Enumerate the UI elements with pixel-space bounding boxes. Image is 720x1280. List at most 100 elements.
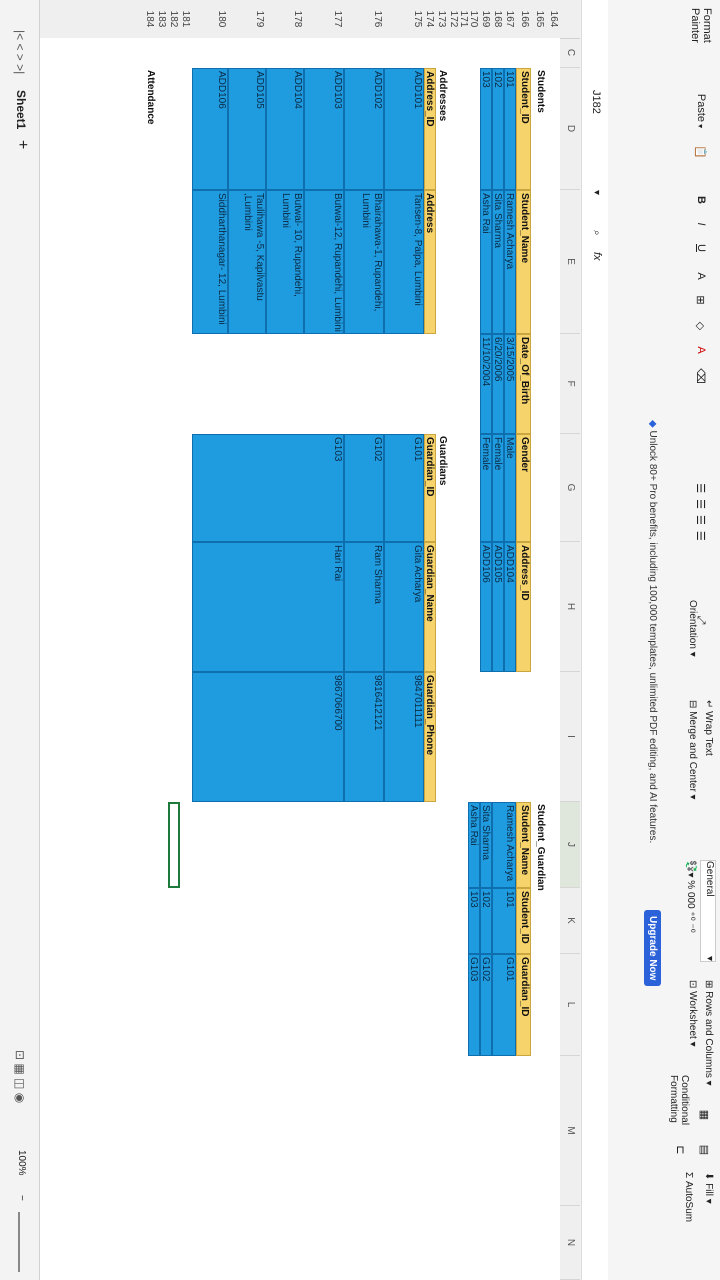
table-cell[interactable]: Female xyxy=(492,434,504,542)
table-cell[interactable]: Asha Rai xyxy=(480,190,492,334)
table-cell[interactable]: 101 xyxy=(504,68,516,190)
promo-banner[interactable]: ◆ Unlock 80+ Pro benefits, including 100… xyxy=(647,420,658,843)
font-color-a-icon[interactable]: A xyxy=(686,266,716,286)
sheet-grid[interactable]: Students Student_ID Student_Name Date_Of_Bi… xyxy=(40,38,560,1280)
wrap-text-button[interactable]: ↵ Wrap Text xyxy=(703,700,714,756)
column-header[interactable]: J xyxy=(560,802,580,888)
row-header[interactable]: 171 xyxy=(458,0,469,38)
table-cell[interactable]: Ramesh Acharya xyxy=(492,802,516,888)
table-cell[interactable]: ADD102 xyxy=(344,68,384,190)
table-header-cell[interactable]: Address_ID xyxy=(516,542,531,672)
table-cell[interactable]: Ramesh Acharya xyxy=(504,190,516,334)
table-cell[interactable]: 9816412121 xyxy=(344,672,384,802)
table-cell[interactable]: 103 xyxy=(480,68,492,190)
selected-cell[interactable] xyxy=(168,802,180,888)
table-cell[interactable]: ADD105 xyxy=(228,68,266,190)
bold-button[interactable]: B xyxy=(686,190,716,210)
column-header[interactable]: C xyxy=(560,38,580,68)
table-cell[interactable]: Bhairahawa-1, Rupandehi, Lumbini xyxy=(344,190,384,334)
table-cell[interactable]: Gita Acharya xyxy=(384,542,424,672)
table-cell[interactable]: ADD104 xyxy=(504,542,516,672)
worksheet-button[interactable]: ⊡ Worksheet ▾ xyxy=(687,980,698,1047)
merge-center-button[interactable]: ⊟ Merge and Center ▾ xyxy=(687,700,698,800)
row-header[interactable]: 165 xyxy=(534,0,545,38)
thousands-button[interactable]: 000 xyxy=(685,892,696,909)
row-header[interactable]: 174 xyxy=(424,0,435,38)
autosum-button[interactable]: Σ AutoSum xyxy=(683,1172,694,1222)
table-cell[interactable]: G102 xyxy=(480,954,492,1056)
table-cell[interactable]: 9847011111 xyxy=(384,672,424,802)
column-header[interactable]: F xyxy=(560,334,580,434)
table-header-cell[interactable]: Guardian_ID xyxy=(424,434,436,542)
decimal-decrease-icon[interactable]: ⁻⁰ xyxy=(685,924,696,933)
column-header[interactable]: I xyxy=(560,672,580,802)
row-header[interactable]: 169 xyxy=(480,0,491,38)
table-cell[interactable]: Butwal- 10, Rupandehi, Lumbini xyxy=(266,190,304,334)
chevron-down-icon[interactable]: ▾ xyxy=(591,190,602,195)
table-cell[interactable]: ADD104 xyxy=(266,68,304,190)
upgrade-now-button[interactable]: Upgrade Now xyxy=(644,910,661,987)
table-cell[interactable]: 11/10/2004 xyxy=(480,334,492,434)
zoom-search-icon[interactable]: ⌕ xyxy=(591,230,602,236)
table-cell[interactable]: 102 xyxy=(480,888,492,954)
table-cell[interactable]: Hari Rai xyxy=(192,542,344,672)
column-header[interactable]: G xyxy=(560,434,580,542)
attendance-label[interactable]: Attendance xyxy=(142,68,156,190)
zoom-slider[interactable] xyxy=(18,1212,20,1272)
table-header-cell[interactable]: Guardian_Phone xyxy=(424,672,436,802)
italic-button[interactable]: I xyxy=(686,214,716,234)
table-cell[interactable]: ADD103 xyxy=(304,68,344,190)
table-cell[interactable]: 3/15/2005 xyxy=(504,334,516,434)
row-header[interactable]: 175 xyxy=(412,0,423,38)
table-title[interactable]: Students xyxy=(532,68,546,190)
fill-color-icon[interactable]: ◇ xyxy=(686,316,716,336)
row-header[interactable]: 184 xyxy=(144,0,155,38)
table-cell[interactable]: Sita Sharma xyxy=(492,190,504,334)
table-cell[interactable]: Tansen-8, Palpa, Lumbini xyxy=(384,190,424,334)
row-header[interactable]: 180 xyxy=(216,0,227,38)
fill-button[interactable]: ⬇ Fill ▾ xyxy=(703,1172,714,1204)
table-header-cell[interactable]: Student_ID xyxy=(516,888,531,954)
zoom-level[interactable]: 100% xyxy=(16,1150,27,1176)
column-header[interactable]: L xyxy=(560,954,580,1056)
table-cell[interactable]: Siddharthanagar- 12, Lumbini xyxy=(192,190,228,334)
row-header[interactable]: 168 xyxy=(492,0,503,38)
column-header[interactable]: D xyxy=(560,68,580,190)
table-cell[interactable]: Butwal-12, Rupandehi, Lumbini xyxy=(304,190,344,334)
table-cell[interactable]: ADD106 xyxy=(192,68,228,190)
table-title[interactable]: Guardians xyxy=(436,434,448,542)
table-cell[interactable]: G101 xyxy=(492,954,516,1056)
view-mode-icons[interactable]: ⊡ ▦ ◫ ◉ xyxy=(13,1050,27,1103)
row-header[interactable]: 166 xyxy=(519,0,530,38)
table-header-cell[interactable]: Guardian_Name xyxy=(424,542,436,672)
row-header[interactable]: 164 xyxy=(548,0,559,38)
table-cell[interactable]: Asha Rai xyxy=(468,802,480,888)
row-header[interactable]: 167 xyxy=(504,0,515,38)
eraser-icon[interactable]: ⌫ xyxy=(686,366,716,386)
table-cell[interactable]: Ram Sharma xyxy=(344,542,384,672)
table-cell[interactable]: 9867066700 xyxy=(192,672,344,802)
row-header[interactable]: 176 xyxy=(372,0,383,38)
table-header-cell[interactable]: Address xyxy=(424,190,436,334)
sheet-tab-sheet1[interactable]: Sheet1 xyxy=(14,90,28,129)
name-box[interactable]: J182 xyxy=(590,90,602,114)
row-header[interactable]: 172 xyxy=(448,0,459,38)
percent-button[interactable]: % xyxy=(685,880,696,889)
table-cell[interactable]: ADD101 xyxy=(384,68,424,190)
row-header[interactable]: 173 xyxy=(436,0,447,38)
table-cell[interactable]: Sita Sharma xyxy=(480,802,492,888)
table-header-cell[interactable]: Student_Name xyxy=(516,802,531,888)
row-header[interactable]: 170 xyxy=(468,0,479,38)
table-cell[interactable]: G101 xyxy=(384,434,424,542)
rows-columns-button[interactable]: ⊞ Rows and Columns ▾ xyxy=(703,980,714,1086)
table-header-cell[interactable]: Gender xyxy=(516,434,531,542)
decimal-increase-icon[interactable]: ⁺⁰ xyxy=(685,911,696,920)
table-header-cell[interactable]: Guardian_ID xyxy=(516,954,531,1056)
number-format-select[interactable]: General ▾ xyxy=(700,860,716,962)
conditional-formatting-button[interactable]: Conditional Formatting xyxy=(668,1075,690,1135)
row-header[interactable]: 179 xyxy=(254,0,265,38)
table-cell[interactable]: 6/20/2006 xyxy=(492,334,504,434)
table-header-cell[interactable]: Student_Name xyxy=(516,190,531,334)
cell-style-icon[interactable]: ⊏ xyxy=(670,1140,692,1160)
zoom-out-button[interactable]: − xyxy=(16,1195,27,1201)
